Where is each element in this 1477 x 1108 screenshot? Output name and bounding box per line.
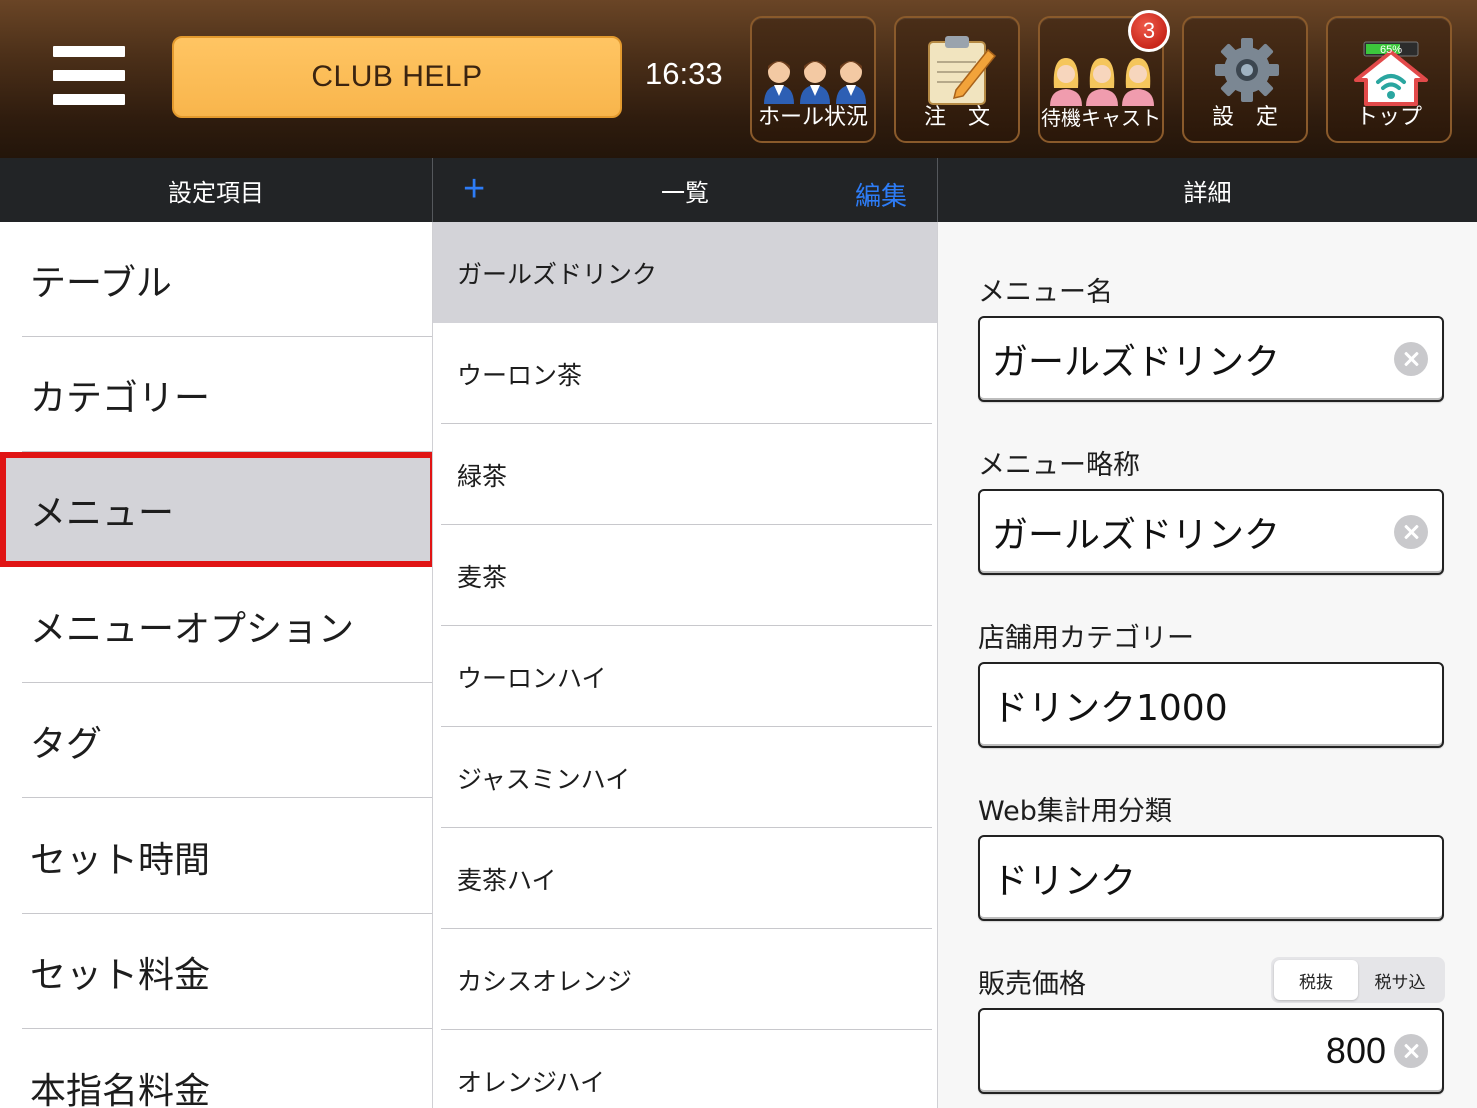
settings-item-label: セット時間 xyxy=(30,839,211,881)
settings-list: テーブル カテゴリー メニュー メニューオプション タグ セット時間 セット料金… xyxy=(0,222,432,1108)
price-label: 販売価格 xyxy=(978,969,1086,1000)
settings-item-set-time[interactable]: セット時間 xyxy=(0,799,432,914)
settings-label: 設 定 xyxy=(1211,105,1278,130)
settings-item-nomination-fee[interactable]: 本指名料金 xyxy=(0,1030,432,1108)
list-item[interactable]: 麦茶ハイ xyxy=(433,828,937,929)
web-category-field[interactable]: ドリンク xyxy=(978,835,1444,921)
clear-icon[interactable] xyxy=(1394,1034,1428,1068)
list-item-label: カシスオレンジ xyxy=(457,966,633,996)
order-button[interactable]: 注 文 xyxy=(894,16,1020,143)
list-item-label: ガールズドリンク xyxy=(457,259,658,289)
settings-item-label: カテゴリー xyxy=(30,377,211,419)
menu-name-value: ガールズドリンク xyxy=(992,342,1281,383)
list-item[interactable]: ガールズドリンク xyxy=(433,222,937,323)
order-label: 注 文 xyxy=(923,105,990,130)
settings-item-label: テーブル xyxy=(30,262,172,304)
detail-panel: メニュー名 ガールズドリンク メニュー略称 ガールズドリンク 店舗用カテゴリー … xyxy=(937,222,1477,1108)
clock: 16:33 xyxy=(645,56,723,91)
top-bar: CLUB HELP 16:33 ホール状況 注 文 待機キャスト 3 設 定 6… xyxy=(0,0,1477,158)
list-item-label: 麦茶ハイ xyxy=(457,865,557,895)
settings-item-menu[interactable]: メニュー xyxy=(0,452,432,567)
price-value: 800 xyxy=(1325,1030,1386,1071)
list-item[interactable]: カシスオレンジ xyxy=(433,929,937,1030)
top-home-button[interactable]: 65% トップ xyxy=(1326,16,1452,143)
menu-list: ガールズドリンク ウーロン茶 緑茶 麦茶 ウーロンハイ ジャスミンハイ 麦茶ハイ… xyxy=(432,222,937,1108)
settings-column-header: 設定項目 xyxy=(0,158,432,222)
waiting-cast-button[interactable]: 待機キャスト 3 xyxy=(1038,10,1170,143)
settings-item-label: メニュー xyxy=(30,492,175,534)
settings-item-label: タグ xyxy=(30,723,103,765)
list-item[interactable]: 緑茶 xyxy=(433,424,937,525)
web-category-label: Web集計用分類 xyxy=(978,796,1172,827)
list-item[interactable]: ジャスミンハイ xyxy=(433,727,937,828)
store-category-value: ドリンク1000 xyxy=(992,688,1228,729)
waiting-cast-label: 待機キャスト xyxy=(1041,106,1161,130)
list-item[interactable]: 麦茶 xyxy=(433,525,937,626)
tax-excluded-option[interactable]: 税抜 xyxy=(1274,960,1358,1000)
hall-status-button[interactable]: ホール状況 xyxy=(750,16,876,143)
list-item-label: ウーロン茶 xyxy=(457,360,583,390)
gear-icon xyxy=(1184,28,1306,108)
settings-item-label: 本指名料金 xyxy=(30,1070,211,1108)
notification-badge: 3 xyxy=(1128,10,1170,52)
short-name-label: メニュー略称 xyxy=(978,450,1140,481)
settings-item-label: セット料金 xyxy=(30,954,211,996)
detail-header-title: 詳細 xyxy=(1183,178,1232,207)
top-label: トップ xyxy=(1355,105,1422,130)
settings-button[interactable]: 設 定 xyxy=(1182,16,1308,143)
menu-name-field[interactable]: ガールズドリンク xyxy=(978,316,1444,402)
settings-item-set-fee[interactable]: セット料金 xyxy=(0,914,432,1029)
store-category-label: 店舗用カテゴリー xyxy=(978,623,1194,654)
list-item-label: ジャスミンハイ xyxy=(457,764,631,794)
list-item[interactable]: ウーロン茶 xyxy=(433,323,937,424)
settings-item-table[interactable]: テーブル xyxy=(0,222,432,337)
clear-icon[interactable] xyxy=(1394,515,1428,549)
list-item[interactable]: ウーロンハイ xyxy=(433,626,937,727)
settings-item-category[interactable]: カテゴリー xyxy=(0,337,432,452)
list-item[interactable]: オレンジハイ xyxy=(433,1030,937,1108)
hall-status-label: ホール状況 xyxy=(757,105,868,130)
tax-included-option[interactable]: 税サ込 xyxy=(1358,960,1442,1000)
short-name-value: ガールズドリンク xyxy=(992,515,1281,556)
price-field[interactable]: 800 xyxy=(978,1008,1444,1094)
staff-group-icon xyxy=(752,28,874,108)
battery-percent: 65% xyxy=(1380,44,1403,56)
list-item-label: オレンジハイ xyxy=(457,1067,606,1097)
list-column-header: + 一覧 編集 xyxy=(432,158,937,222)
tax-toggle[interactable]: 税抜 税サ込 xyxy=(1271,957,1445,1003)
settings-item-tag[interactable]: タグ xyxy=(0,683,432,798)
edit-button[interactable]: 編集 xyxy=(855,176,907,213)
list-item-label: ウーロンハイ xyxy=(457,663,607,693)
club-help-button[interactable]: CLUB HELP xyxy=(172,36,622,118)
order-clipboard-icon xyxy=(896,28,1018,108)
home-wifi-icon: 65% xyxy=(1328,28,1450,108)
settings-header-title: 設定項目 xyxy=(168,178,264,207)
web-category-value: ドリンク xyxy=(992,861,1137,902)
store-category-field[interactable]: ドリンク1000 xyxy=(978,662,1444,748)
short-name-field[interactable]: ガールズドリンク xyxy=(978,489,1444,575)
detail-column-header: 詳細 xyxy=(937,158,1477,222)
list-header-title: 一覧 xyxy=(661,178,709,207)
list-item-label: 麦茶 xyxy=(457,562,508,592)
menu-name-label: メニュー名 xyxy=(978,277,1113,308)
settings-item-label: メニューオプション xyxy=(30,608,355,650)
add-icon[interactable]: + xyxy=(463,168,485,211)
clear-icon[interactable] xyxy=(1394,342,1428,376)
settings-item-menu-option[interactable]: メニューオプション xyxy=(0,568,432,683)
hamburger-menu-icon[interactable] xyxy=(53,46,125,106)
list-item-label: 緑茶 xyxy=(457,461,508,491)
